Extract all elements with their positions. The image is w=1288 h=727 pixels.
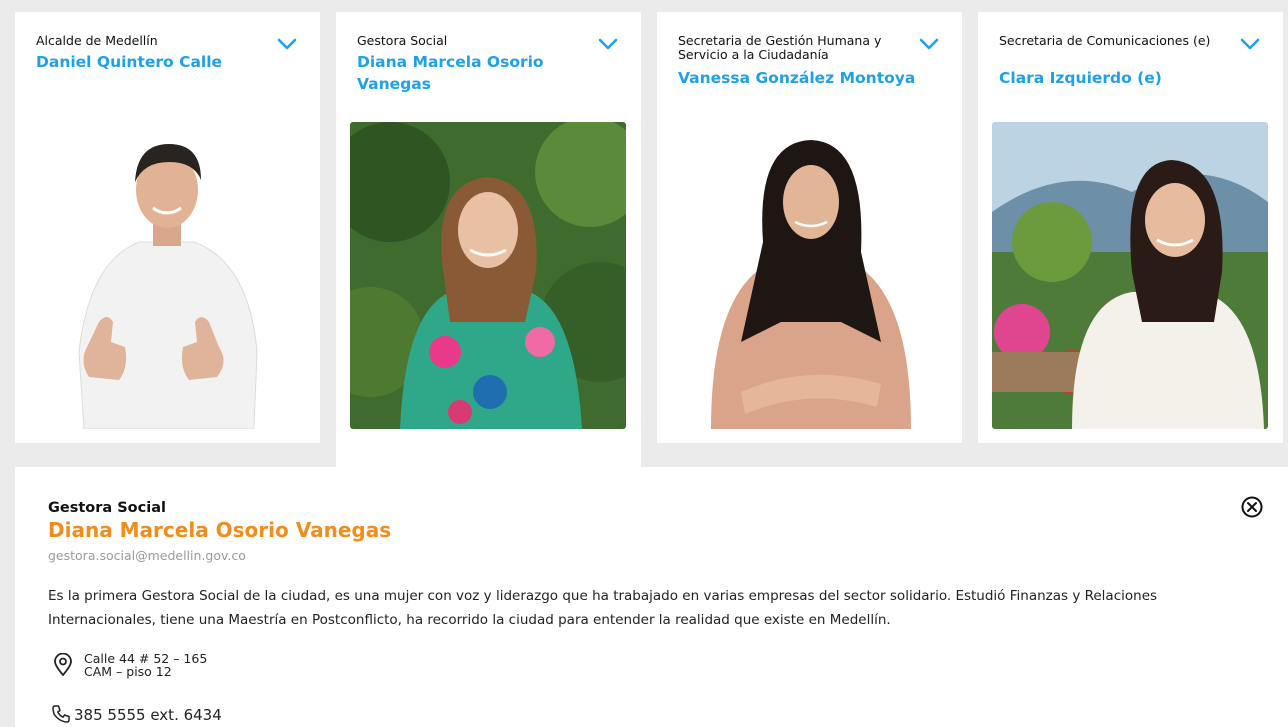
officials-cards: Alcalde de Medellín Daniel Quintero Call…	[15, 12, 1288, 467]
detail-address: Calle 44 # 52 – 165 CAM – piso 12	[84, 652, 207, 678]
official-card-gestion-humana[interactable]: Secretaria de Gestión Humana y Servicio …	[657, 12, 962, 443]
card-name: Daniel Quintero Calle	[36, 53, 223, 71]
card-role: Secretaria de Gestión Humana y Servicio …	[678, 33, 882, 62]
official-card-mayor[interactable]: Alcalde de Medellín Daniel Quintero Call…	[15, 12, 320, 443]
address-line-2: CAM – piso 12	[84, 664, 172, 679]
card-role: Alcalde de Medellín	[36, 33, 158, 48]
location-pin-icon	[54, 653, 72, 676]
chevron-down-icon[interactable]	[918, 36, 940, 52]
card-photo	[350, 122, 626, 429]
card-role: Secretaria de Comunicaciones (e)	[999, 33, 1211, 48]
detail-panel: Gestora Social Diana Marcela Osorio Vane…	[15, 467, 1288, 727]
detail-bio: Es la primera Gestora Social de la ciuda…	[48, 588, 1158, 628]
close-icon[interactable]	[1241, 496, 1263, 518]
detail-name: Diana Marcela Osorio Vanegas	[48, 518, 392, 542]
card-name: Vanessa González Montoya	[678, 69, 916, 87]
official-card-comunicaciones[interactable]: Secretaria de Comunicaciones (e) Clara I…	[978, 12, 1283, 443]
card-name: Diana Marcela Osorio Vanegas	[357, 53, 544, 93]
card-photo	[29, 122, 305, 429]
card-role: Gestora Social	[357, 33, 448, 48]
detail-role: Gestora Social	[48, 500, 166, 516]
chevron-down-icon[interactable]	[276, 36, 298, 52]
card-name: Clara Izquierdo (e)	[999, 69, 1162, 87]
card-photo	[671, 122, 947, 429]
phone-icon	[52, 705, 70, 723]
official-card-gestora-social[interactable]: Gestora Social Diana Marcela Osorio Vane…	[336, 12, 641, 467]
chevron-down-icon[interactable]	[1239, 36, 1261, 52]
chevron-down-icon[interactable]	[597, 36, 619, 52]
card-photo	[992, 122, 1268, 429]
detail-phone[interactable]: 385 5555 ext. 6434	[74, 706, 222, 724]
detail-email[interactable]: gestora.social@medellin.gov.co	[48, 548, 246, 563]
